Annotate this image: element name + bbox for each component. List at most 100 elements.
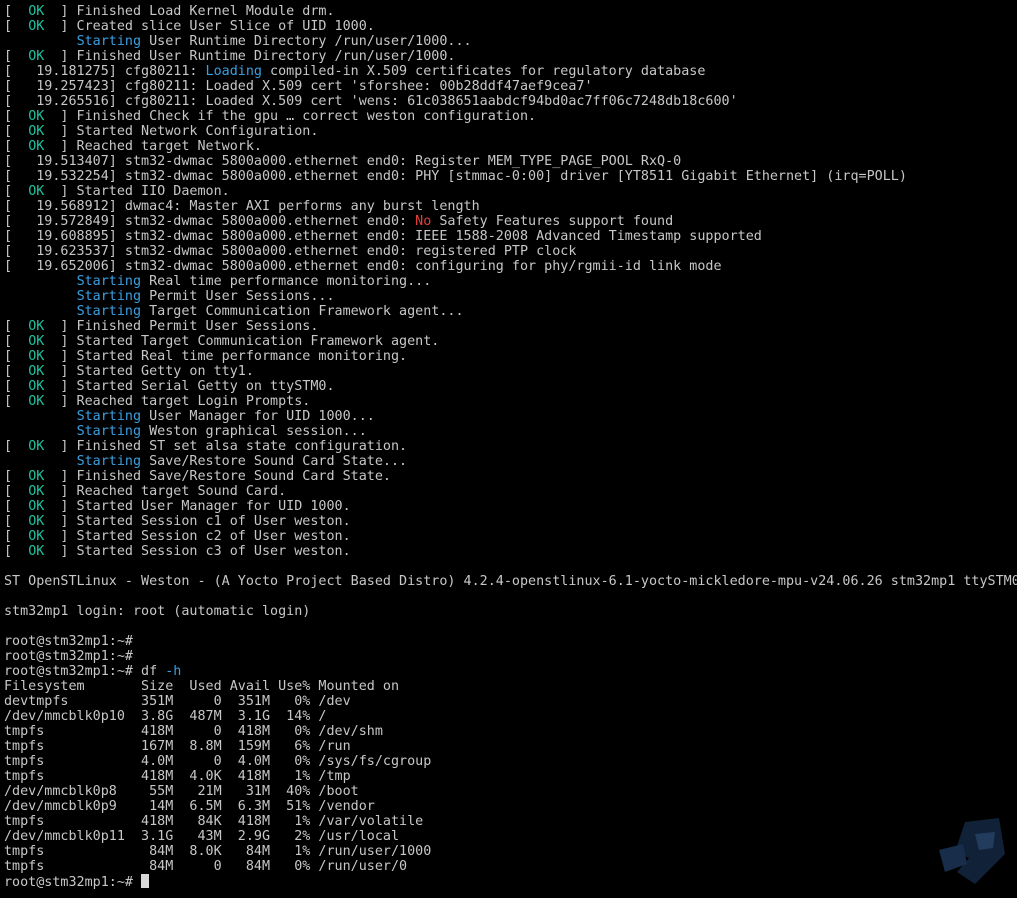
terminal-line: [ OK ] Finished Save/Restore Sound Card … <box>4 469 1017 484</box>
terminal-line: Starting Save/Restore Sound Card State..… <box>4 454 1017 469</box>
terminal-line: [ OK ] Started Getty on tty1. <box>4 364 1017 379</box>
terminal-text: Starting <box>76 454 142 469</box>
terminal-line: [ 19.652006] stm32-dwmac 5800a000.ethern… <box>4 259 1017 274</box>
terminal-line: [ OK ] Started Real time performance mon… <box>4 349 1017 364</box>
prompt-text: root@stm32mp1:~# <box>4 875 142 889</box>
terminal-text: [ <box>4 469 29 484</box>
status-ok-label: OK <box>28 139 45 154</box>
terminal-line: [ OK ] Reached target Network. <box>4 139 1017 154</box>
terminal-text: [ 19.265516] cfg80211: Loaded X.509 cert… <box>4 94 738 109</box>
status-ok-label: OK <box>28 49 45 64</box>
terminal-text: [ 19.652006] stm32-dwmac 5800a000.ethern… <box>4 259 722 274</box>
status-ok-label: OK <box>28 349 45 364</box>
terminal-prompt-line[interactable]: root@stm32mp1:~# <box>4 874 1017 889</box>
terminal-line: Starting Weston graphical session... <box>4 424 1017 439</box>
terminal-text: Starting <box>76 409 142 424</box>
terminal-text: [ <box>4 439 29 454</box>
terminal-text: [ <box>4 19 29 34</box>
terminal-text: [ 19.532254] stm32-dwmac 5800a000.ethern… <box>4 169 907 184</box>
terminal-line: Filesystem Size Used Avail Use% Mounted … <box>4 679 1017 694</box>
terminal-text: tmpfs 167M 8.8M 159M 6% /run <box>4 739 351 754</box>
terminal-text: tmpfs 418M 4.0K 418M 1% /tmp <box>4 769 351 784</box>
terminal-text: Real time performance monitoring... <box>141 274 432 289</box>
terminal-text: ] Started IIO Daemon. <box>44 184 230 199</box>
terminal-text: [ 19.608895] stm32-dwmac 5800a000.ethern… <box>4 229 762 244</box>
terminal-text: Weston graphical session... <box>141 424 367 439</box>
terminal-line: [ OK ] Finished ST set alsa state config… <box>4 439 1017 454</box>
status-ok-label: OK <box>28 124 45 139</box>
terminal-text: ] Created slice User Slice of UID 1000. <box>44 19 375 34</box>
terminal-window[interactable]: [ OK ] Finished Load Kernel Module drm.[… <box>0 0 1017 898</box>
terminal-line: tmpfs 418M 4.0K 418M 1% /tmp <box>4 769 1017 784</box>
terminal-line: root@stm32mp1:~# <box>4 649 1017 664</box>
terminal-text: ] Started Network Configuration. <box>44 124 319 139</box>
terminal-text: ] Started Serial Getty on ttySTM0. <box>44 379 335 394</box>
terminal-text: devtmpfs 351M 0 351M 0% /dev <box>4 694 351 709</box>
terminal-text: tmpfs 4.0M 0 4.0M 0% /sys/fs/cgroup <box>4 754 432 769</box>
terminal-line: /dev/mmcblk0p8 55M 21M 31M 40% /boot <box>4 784 1017 799</box>
status-ok-label: OK <box>28 484 45 499</box>
terminal-text: ] Finished User Runtime Directory /run/u… <box>44 49 456 64</box>
terminal-text: [ 19.513407] stm32-dwmac 5800a000.ethern… <box>4 154 682 169</box>
terminal-text: User Manager for UID 1000... <box>141 409 375 424</box>
terminal-text: ] Started Session c3 of User weston. <box>44 544 351 559</box>
terminal-text: ] Reached target Network. <box>44 139 262 154</box>
status-ok-label: OK <box>28 379 45 394</box>
terminal-text: /dev/mmcblk0p8 55M 21M 31M 40% /boot <box>4 784 359 799</box>
terminal-line: [ OK ] Finished Permit User Sessions. <box>4 319 1017 334</box>
terminal-text: ] Started Real time performance monitori… <box>44 349 408 364</box>
terminal-line: [ OK ] Finished Load Kernel Module drm. <box>4 4 1017 19</box>
terminal-text: tmpfs 84M 8.0K 84M 1% /run/user/1000 <box>4 844 432 859</box>
terminal-text: [ <box>4 529 29 544</box>
status-ok-label: OK <box>28 4 45 19</box>
terminal-text: Loading <box>205 64 262 79</box>
terminal-text: [ <box>4 499 29 514</box>
terminal-text: Safety Features support found <box>431 214 674 229</box>
terminal-text: [ 19.181275] cfg80211: <box>4 64 206 79</box>
terminal-line: [ OK ] Created slice User Slice of UID 1… <box>4 19 1017 34</box>
terminal-line: Starting User Runtime Directory /run/use… <box>4 34 1017 49</box>
terminal-text: [ <box>4 319 29 334</box>
terminal-text: ] Reached target Login Prompts. <box>44 394 311 409</box>
terminal-text: [ 19.568912] dwmac4: Master AXI performs… <box>4 199 480 214</box>
terminal-line: [ 19.572849] stm32-dwmac 5800a000.ethern… <box>4 214 1017 229</box>
terminal-text: ] Finished Check if the gpu … correct we… <box>44 109 537 124</box>
terminal-text: /dev/mmcblk0p11 3.1G 43M 2.9G 2% /usr/lo… <box>4 829 400 844</box>
terminal-text: [ <box>4 124 29 139</box>
terminal-line: [ OK ] Reached target Sound Card. <box>4 484 1017 499</box>
terminal-text: [ <box>4 139 29 154</box>
terminal-line: root@stm32mp1:~# <box>4 634 1017 649</box>
terminal-text: Starting <box>76 274 142 289</box>
terminal-line: [ OK ] Started Serial Getty on ttySTM0. <box>4 379 1017 394</box>
status-ok-label: OK <box>28 544 45 559</box>
status-ok-label: OK <box>28 109 45 124</box>
terminal-line: Starting User Manager for UID 1000... <box>4 409 1017 424</box>
terminal-text: Starting <box>76 304 142 319</box>
terminal-text: [ 19.623537] stm32-dwmac 5800a000.ethern… <box>4 244 577 259</box>
terminal-text: User Runtime Directory /run/user/1000... <box>141 34 472 49</box>
terminal-text: [ <box>4 514 29 529</box>
terminal-line: [ 19.181275] cfg80211: Loading compiled-… <box>4 64 1017 79</box>
terminal-line: [ OK ] Started IIO Daemon. <box>4 184 1017 199</box>
terminal-text: ] Finished Save/Restore Sound Card State… <box>44 469 391 484</box>
terminal-text: Starting <box>76 289 142 304</box>
terminal-text: ] Finished Load Kernel Module drm. <box>44 4 335 19</box>
terminal-text: [ <box>4 364 29 379</box>
terminal-line: tmpfs 167M 8.8M 159M 6% /run <box>4 739 1017 754</box>
terminal-text: root@stm32mp1:~# <box>4 649 133 664</box>
terminal-line: [ OK ] Reached target Login Prompts. <box>4 394 1017 409</box>
status-ok-label: OK <box>28 184 45 199</box>
terminal-text: ST OpenSTLinux - Weston - (A Yocto Proje… <box>4 574 1017 589</box>
terminal-text: ] Reached target Sound Card. <box>44 484 287 499</box>
terminal-text: ] Started Getty on tty1. <box>44 364 254 379</box>
terminal-line: [ 19.265516] cfg80211: Loaded X.509 cert… <box>4 94 1017 109</box>
status-ok-label: OK <box>28 529 45 544</box>
terminal-text: Save/Restore Sound Card State... <box>141 454 408 469</box>
terminal-line: Starting Target Communication Framework … <box>4 304 1017 319</box>
terminal-text: Starting <box>76 34 142 49</box>
